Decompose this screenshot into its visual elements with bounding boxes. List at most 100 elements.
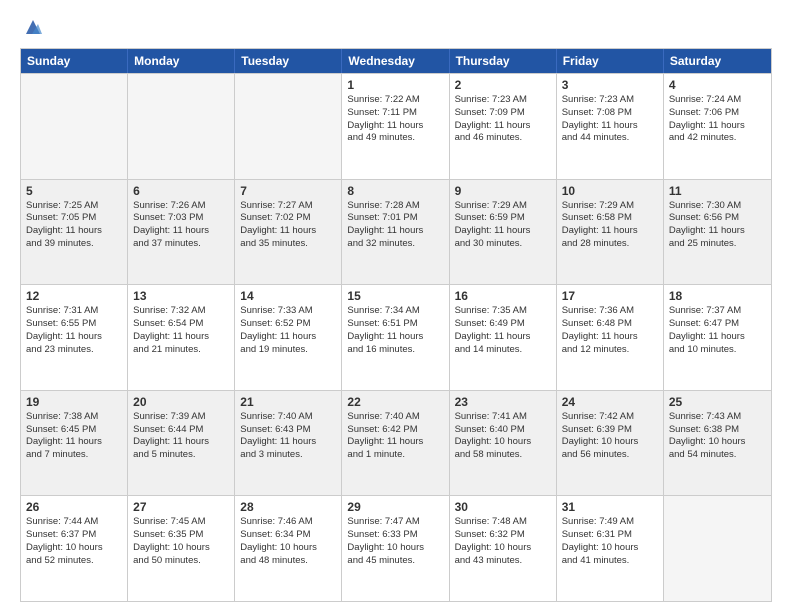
cell-info: Sunrise: 7:29 AMSunset: 6:59 PMDaylight:…	[455, 200, 551, 251]
cal-cell: 5 Sunrise: 7:25 AMSunset: 7:05 PMDaylight…	[21, 180, 128, 285]
cal-cell: 2 Sunrise: 7:23 AMSunset: 7:09 PMDaylight…	[450, 74, 557, 179]
cal-cell: 31 Sunrise: 7:49 AMSunset: 6:31 PMDayligh…	[557, 496, 664, 601]
cal-cell: 28 Sunrise: 7:46 AMSunset: 6:34 PMDayligh…	[235, 496, 342, 601]
day-number: 30	[455, 500, 551, 514]
cell-info: Sunrise: 7:28 AMSunset: 7:01 PMDaylight:…	[347, 200, 443, 251]
cell-info: Sunrise: 7:22 AMSunset: 7:11 PMDaylight:…	[347, 94, 443, 145]
cal-cell: 26 Sunrise: 7:44 AMSunset: 6:37 PMDayligh…	[21, 496, 128, 601]
cell-info: Sunrise: 7:49 AMSunset: 6:31 PMDaylight:…	[562, 516, 658, 567]
cal-cell: 21Sunrise: 7:40 AMSunset: 6:43 PMDayligh…	[235, 391, 342, 496]
calendar-body: 1 Sunrise: 7:22 AMSunset: 7:11 PMDaylight…	[21, 73, 771, 601]
cal-header-tuesday: Tuesday	[235, 49, 342, 73]
cal-cell: 11 Sunrise: 7:30 AMSunset: 6:56 PMDayligh…	[664, 180, 771, 285]
day-number: 12	[26, 289, 122, 303]
day-number: 8	[347, 184, 443, 198]
day-number: 26	[26, 500, 122, 514]
logo	[20, 16, 44, 38]
day-number: 6	[133, 184, 229, 198]
cal-cell: 16 Sunrise: 7:35 AMSunset: 6:49 PMDayligh…	[450, 285, 557, 390]
cal-cell: 22Sunrise: 7:40 AMSunset: 6:42 PMDayligh…	[342, 391, 449, 496]
cal-header-wednesday: Wednesday	[342, 49, 449, 73]
cal-cell: 27Sunrise: 7:45 AMSunset: 6:35 PMDayligh…	[128, 496, 235, 601]
cell-info: Sunrise: 7:29 AMSunset: 6:58 PMDaylight:…	[562, 200, 658, 251]
week-row-4: 26 Sunrise: 7:44 AMSunset: 6:37 PMDayligh…	[21, 495, 771, 601]
day-number: 14	[240, 289, 336, 303]
cal-header-monday: Monday	[128, 49, 235, 73]
cell-info: Sunrise: 7:46 AMSunset: 6:34 PMDaylight:…	[240, 516, 336, 567]
day-number: 18	[669, 289, 766, 303]
cal-cell: 4Sunrise: 7:24 AMSunset: 7:06 PMDaylight…	[664, 74, 771, 179]
cal-cell: 14 Sunrise: 7:33 AMSunset: 6:52 PMDayligh…	[235, 285, 342, 390]
day-number: 28	[240, 500, 336, 514]
cell-info: Sunrise: 7:41 AMSunset: 6:40 PMDaylight:…	[455, 411, 551, 462]
cell-info: Sunrise: 7:38 AMSunset: 6:45 PMDaylight:…	[26, 411, 122, 462]
cell-info: Sunrise: 7:39 AMSunset: 6:44 PMDaylight:…	[133, 411, 229, 462]
cell-info: Sunrise: 7:26 AMSunset: 7:03 PMDaylight:…	[133, 200, 229, 251]
day-number: 31	[562, 500, 658, 514]
cal-cell: 12 Sunrise: 7:31 AMSunset: 6:55 PMDayligh…	[21, 285, 128, 390]
day-number: 17	[562, 289, 658, 303]
cal-cell: 24Sunrise: 7:42 AMSunset: 6:39 PMDayligh…	[557, 391, 664, 496]
day-number: 13	[133, 289, 229, 303]
cal-header-friday: Friday	[557, 49, 664, 73]
cell-info: Sunrise: 7:36 AMSunset: 6:48 PMDaylight:…	[562, 305, 658, 356]
day-number: 3	[562, 78, 658, 92]
cell-info: Sunrise: 7:25 AMSunset: 7:05 PMDaylight:…	[26, 200, 122, 251]
week-row-0: 1 Sunrise: 7:22 AMSunset: 7:11 PMDaylight…	[21, 73, 771, 179]
cal-cell: 1 Sunrise: 7:22 AMSunset: 7:11 PMDaylight…	[342, 74, 449, 179]
calendar-header-row: SundayMondayTuesdayWednesdayThursdayFrid…	[21, 49, 771, 73]
day-number: 11	[669, 184, 766, 198]
week-row-1: 5 Sunrise: 7:25 AMSunset: 7:05 PMDaylight…	[21, 179, 771, 285]
cell-info: Sunrise: 7:30 AMSunset: 6:56 PMDaylight:…	[669, 200, 766, 251]
cal-cell: 13 Sunrise: 7:32 AMSunset: 6:54 PMDayligh…	[128, 285, 235, 390]
logo-icon	[22, 16, 44, 38]
day-number: 5	[26, 184, 122, 198]
cell-info: Sunrise: 7:40 AMSunset: 6:43 PMDaylight:…	[240, 411, 336, 462]
day-number: 16	[455, 289, 551, 303]
cal-cell: 29 Sunrise: 7:47 AMSunset: 6:33 PMDayligh…	[342, 496, 449, 601]
day-number: 23	[455, 395, 551, 409]
cell-info: Sunrise: 7:34 AMSunset: 6:51 PMDaylight:…	[347, 305, 443, 356]
cal-cell: 8 Sunrise: 7:28 AMSunset: 7:01 PMDaylight…	[342, 180, 449, 285]
cal-cell: 3Sunrise: 7:23 AMSunset: 7:08 PMDaylight…	[557, 74, 664, 179]
day-number: 15	[347, 289, 443, 303]
cell-info: Sunrise: 7:45 AMSunset: 6:35 PMDaylight:…	[133, 516, 229, 567]
cell-info: Sunrise: 7:23 AMSunset: 7:09 PMDaylight:…	[455, 94, 551, 145]
cal-header-sunday: Sunday	[21, 49, 128, 73]
cal-cell	[664, 496, 771, 601]
page: SundayMondayTuesdayWednesdayThursdayFrid…	[0, 0, 792, 612]
day-number: 7	[240, 184, 336, 198]
cell-info: Sunrise: 7:24 AMSunset: 7:06 PMDaylight:…	[669, 94, 766, 145]
cal-cell	[235, 74, 342, 179]
day-number: 1	[347, 78, 443, 92]
cal-cell: 9Sunrise: 7:29 AMSunset: 6:59 PMDaylight…	[450, 180, 557, 285]
header	[20, 16, 772, 38]
day-number: 10	[562, 184, 658, 198]
cal-cell: 7 Sunrise: 7:27 AMSunset: 7:02 PMDaylight…	[235, 180, 342, 285]
calendar: SundayMondayTuesdayWednesdayThursdayFrid…	[20, 48, 772, 602]
day-number: 19	[26, 395, 122, 409]
cell-info: Sunrise: 7:47 AMSunset: 6:33 PMDaylight:…	[347, 516, 443, 567]
cal-cell: 6 Sunrise: 7:26 AMSunset: 7:03 PMDaylight…	[128, 180, 235, 285]
cal-cell: 18Sunrise: 7:37 AMSunset: 6:47 PMDayligh…	[664, 285, 771, 390]
cell-info: Sunrise: 7:44 AMSunset: 6:37 PMDaylight:…	[26, 516, 122, 567]
cell-info: Sunrise: 7:31 AMSunset: 6:55 PMDaylight:…	[26, 305, 122, 356]
cell-info: Sunrise: 7:32 AMSunset: 6:54 PMDaylight:…	[133, 305, 229, 356]
cal-header-thursday: Thursday	[450, 49, 557, 73]
day-number: 2	[455, 78, 551, 92]
cal-cell: 30 Sunrise: 7:48 AMSunset: 6:32 PMDayligh…	[450, 496, 557, 601]
cell-info: Sunrise: 7:33 AMSunset: 6:52 PMDaylight:…	[240, 305, 336, 356]
week-row-3: 19 Sunrise: 7:38 AMSunset: 6:45 PMDayligh…	[21, 390, 771, 496]
cell-info: Sunrise: 7:48 AMSunset: 6:32 PMDaylight:…	[455, 516, 551, 567]
day-number: 24	[562, 395, 658, 409]
cell-info: Sunrise: 7:40 AMSunset: 6:42 PMDaylight:…	[347, 411, 443, 462]
cal-cell: 17 Sunrise: 7:36 AMSunset: 6:48 PMDayligh…	[557, 285, 664, 390]
cell-info: Sunrise: 7:35 AMSunset: 6:49 PMDaylight:…	[455, 305, 551, 356]
day-number: 29	[347, 500, 443, 514]
cal-cell: 23 Sunrise: 7:41 AMSunset: 6:40 PMDayligh…	[450, 391, 557, 496]
cal-header-saturday: Saturday	[664, 49, 771, 73]
cal-cell: 25Sunrise: 7:43 AMSunset: 6:38 PMDayligh…	[664, 391, 771, 496]
day-number: 25	[669, 395, 766, 409]
cell-info: Sunrise: 7:27 AMSunset: 7:02 PMDaylight:…	[240, 200, 336, 251]
week-row-2: 12 Sunrise: 7:31 AMSunset: 6:55 PMDayligh…	[21, 284, 771, 390]
